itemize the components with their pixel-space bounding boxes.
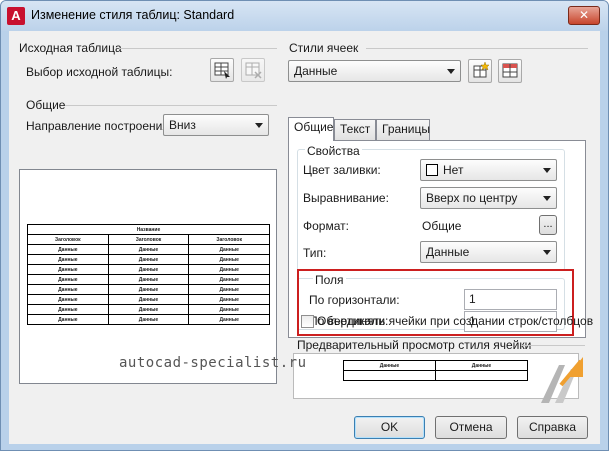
cell-styles-group-label: Стили ячеек [289,41,359,55]
tab-panel-general: Свойства Цвет заливки: Нет Выравнивание:… [288,140,586,338]
divider [65,105,277,106]
preview-column-header: Заголовок [27,234,109,245]
new-style-icon [473,61,490,78]
preview-data-cell: Данные [27,264,109,275]
autocad-logo-icon: A [7,7,25,25]
format-browse-button[interactable]: ... [539,215,557,235]
preview-data-cell: Данные [107,284,190,295]
table-select-icon [214,62,230,79]
new-cell-style-button[interactable] [468,59,492,83]
alignment-dropdown[interactable]: Вверх по центру [420,187,557,209]
preview-data-cell: Данные [107,254,190,265]
fill-color-label: Цвет заливки: [303,163,381,177]
preview-data-cell: Данные [27,304,109,315]
tab-borders[interactable]: Границы [376,119,430,140]
cell-preview-cell [435,370,528,381]
preview-column-header: Заголовок [107,234,190,245]
watermark-text: autocad-specialist.ru [119,355,307,371]
preview-data-cell: Данные [27,244,109,255]
cell-preview-table: Данные Данные [343,360,528,381]
preview-data-cell: Данные [188,264,270,275]
title-bar[interactable]: A Изменение стиля таблиц: Standard ✕ [1,1,608,31]
help-button[interactable]: Справка [517,416,588,439]
cell-style-dropdown[interactable]: Данные [288,60,461,82]
remove-table-button[interactable] [241,58,265,82]
chevron-down-icon [543,196,551,201]
table-delete-icon [245,62,262,79]
close-button[interactable]: ✕ [568,6,600,25]
cell-style-value: Данные [294,64,338,78]
dialog-window: A Изменение стиля таблиц: Standard ✕ Исх… [0,0,609,451]
manage-cell-styles-button[interactable] [498,59,522,83]
properties-group-label: Свойства [305,144,362,158]
direction-value: Вниз [169,118,196,132]
preview-data-cell: Данные [27,314,109,325]
source-table-group-label: Исходная таблица [19,41,122,55]
dialog-body: Исходная таблица Выбор исходной таблицы:… [9,31,600,444]
alignment-value: Вверх по центру [426,191,518,205]
type-dropdown[interactable]: Данные [420,241,557,263]
divider [119,48,277,49]
preview-data-cell: Данные [27,284,109,295]
preview-data-cell: Данные [27,254,109,265]
alignment-label: Выравнивание: [303,191,389,205]
direction-dropdown[interactable]: Вниз [163,114,269,136]
cancel-button[interactable]: Отмена [435,416,507,439]
site-logo-icon [541,357,583,403]
fill-color-dropdown[interactable]: Нет [420,159,557,181]
preview-data-cell: Данные [188,304,270,315]
tab-text[interactable]: Текст [334,119,376,140]
divider [521,345,585,346]
preview-data-cell: Данные [27,274,109,285]
cell-preview-cell: Данные [343,360,436,371]
preview-data-cell: Данные [107,304,190,315]
preview-data-cell: Данные [188,294,270,305]
format-value: Общие [422,219,462,233]
merge-cells-label: Объединять ячейки при создании строк/сто… [317,314,594,328]
direction-label: Направление построения: [26,119,173,133]
preview-data-cell: Данные [107,244,190,255]
preview-data-cell: Данные [107,264,190,275]
preview-data-cell: Данные [188,274,270,285]
type-label: Тип: [303,246,327,260]
preview-data-cell: Данные [188,284,270,295]
general-group-label: Общие [26,98,66,112]
table-style-preview: Название Заголовок Заголовок Заголовок Д… [19,169,277,384]
manage-styles-icon [502,63,518,78]
type-value: Данные [426,245,470,259]
chevron-down-icon [255,123,263,128]
divider [366,48,588,49]
preview-data-cell: Данные [188,244,270,255]
select-source-table-label: Выбор исходной таблицы: [26,65,173,79]
ok-button[interactable]: OK [354,416,425,439]
preview-data-cell: Данные [27,294,109,305]
preview-data-cell: Данные [188,254,270,265]
cell-preview-group-label: Предварительный просмотр стиля ячейки [297,338,532,352]
preview-table-title: Название [27,224,270,235]
chevron-down-icon [543,168,551,173]
merge-cells-checkbox[interactable] [301,315,314,328]
preview-column-header: Заголовок [188,234,270,245]
cell-preview-cell: Данные [435,360,528,371]
preview-table: Название Заголовок Заголовок Заголовок Д… [27,224,270,325]
select-table-button[interactable] [210,58,234,82]
dialog-title: Изменение стиля таблиц: Standard [31,8,235,22]
chevron-down-icon [543,250,551,255]
preview-data-cell: Данные [188,314,270,325]
preview-data-cell: Данные [107,314,190,325]
color-swatch-icon [426,164,438,176]
preview-data-cell: Данные [107,294,190,305]
preview-data-cell: Данные [107,274,190,285]
format-label: Формат: [303,219,349,233]
cell-preview-cell [343,370,436,381]
chevron-down-icon [447,69,455,74]
tab-general[interactable]: Общие [288,117,334,141]
fill-color-value: Нет [443,163,464,177]
